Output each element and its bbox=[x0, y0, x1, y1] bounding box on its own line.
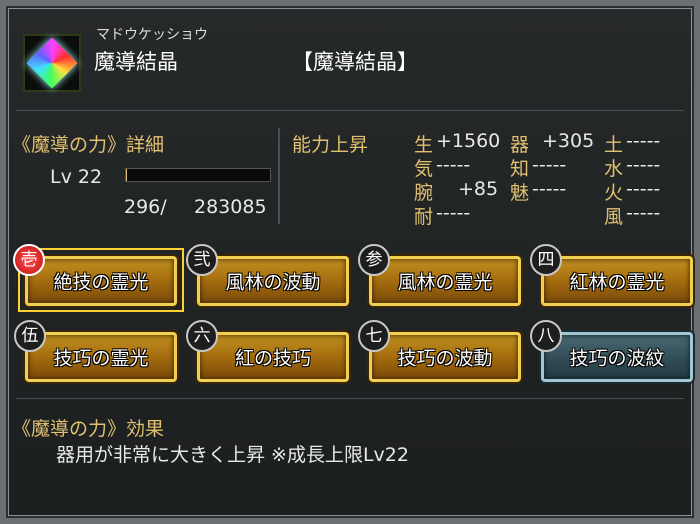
exp-current: 296/ bbox=[124, 196, 167, 218]
ability-title: 能力上昇 bbox=[292, 134, 369, 156]
skill-number-badge: 壱 bbox=[13, 244, 45, 276]
stat-value-ki: ----- bbox=[436, 154, 471, 176]
effect-text: 器用が非常に大きく上昇 ※成長上限Lv22 bbox=[56, 444, 409, 466]
item-reading: マドウケッショウ bbox=[96, 27, 208, 43]
effect-title: 《魔導の力》効果 bbox=[12, 418, 165, 440]
stat-key-charm: 魅 bbox=[510, 182, 530, 204]
effect-divider bbox=[16, 398, 684, 399]
skill-button-8[interactable]: 技巧の波紋 bbox=[541, 332, 693, 382]
skill-number-badge: 参 bbox=[358, 244, 390, 276]
crystal-icon bbox=[26, 37, 78, 89]
stat-value-earth: ----- bbox=[626, 130, 661, 152]
stat-key-earth: 土 bbox=[604, 134, 624, 156]
item-name: 魔導結晶 bbox=[94, 50, 178, 74]
skill-number-badge: 伍 bbox=[14, 320, 46, 352]
power-detail-title: 《魔導の力》詳細 bbox=[12, 134, 165, 156]
skill-button-2[interactable]: 風林の波動 bbox=[197, 256, 349, 306]
skill-label: 風林の霊光 bbox=[397, 271, 493, 294]
item-type: 【魔導結晶】 bbox=[292, 50, 418, 74]
skill-label: 風林の波動 bbox=[225, 271, 321, 294]
section-divider bbox=[278, 128, 280, 224]
stat-value-wind: ----- bbox=[626, 202, 661, 224]
skill-label: 技巧の波動 bbox=[397, 347, 493, 370]
stat-value-intellect: ----- bbox=[532, 154, 567, 176]
stat-key-ki: 気 bbox=[414, 158, 434, 180]
level-label: Lv 22 bbox=[50, 166, 103, 188]
stat-key-life: 生 bbox=[414, 134, 434, 156]
skill-number-badge: 弐 bbox=[186, 244, 218, 276]
skill-button-4[interactable]: 紅林の霊光 bbox=[541, 256, 693, 306]
skill-button-7[interactable]: 技巧の波動 bbox=[369, 332, 521, 382]
stat-key-wind: 風 bbox=[604, 206, 624, 228]
stat-value-fire: ----- bbox=[626, 178, 661, 200]
skill-button-5[interactable]: 技巧の霊光 bbox=[25, 332, 177, 382]
skill-label: 技巧の霊光 bbox=[53, 347, 149, 370]
header-divider bbox=[16, 110, 684, 111]
stat-value-life: +1560 bbox=[436, 130, 501, 152]
stat-key-fire: 火 bbox=[604, 182, 624, 204]
skill-number-badge: 六 bbox=[186, 320, 218, 352]
stat-value-arm: +85 bbox=[458, 178, 499, 200]
stat-key-endurance: 耐 bbox=[414, 206, 434, 228]
skill-label: 紅林の霊光 bbox=[569, 271, 665, 294]
stat-value-charm: ----- bbox=[532, 178, 567, 200]
stat-key-dexterity: 器 bbox=[510, 134, 530, 156]
item-detail-window: マドウケッショウ 魔導結晶 【魔導結晶】 《魔導の力》詳細 Lv 22 296/… bbox=[0, 0, 700, 524]
stat-key-water: 水 bbox=[604, 158, 624, 180]
skill-number-badge: 八 bbox=[530, 320, 562, 352]
stat-value-endurance: ----- bbox=[436, 202, 471, 224]
exp-bar bbox=[125, 168, 271, 182]
exp-max: 283085 bbox=[194, 196, 267, 218]
stat-value-dexterity: +305 bbox=[542, 130, 595, 152]
skill-button-1[interactable]: 絶技の霊光 bbox=[25, 256, 177, 306]
skill-number-badge: 四 bbox=[530, 244, 562, 276]
skill-number-badge: 七 bbox=[358, 320, 390, 352]
item-icon-frame bbox=[23, 34, 81, 92]
skill-label: 技巧の波紋 bbox=[569, 347, 665, 370]
stat-key-intellect: 知 bbox=[510, 158, 530, 180]
stat-value-water: ----- bbox=[626, 154, 661, 176]
skill-label: 紅の技巧 bbox=[234, 347, 311, 370]
skill-button-3[interactable]: 風林の霊光 bbox=[369, 256, 521, 306]
skill-button-6[interactable]: 紅の技巧 bbox=[197, 332, 349, 382]
skill-label: 絶技の霊光 bbox=[53, 271, 149, 294]
stat-key-arm: 腕 bbox=[414, 182, 434, 204]
